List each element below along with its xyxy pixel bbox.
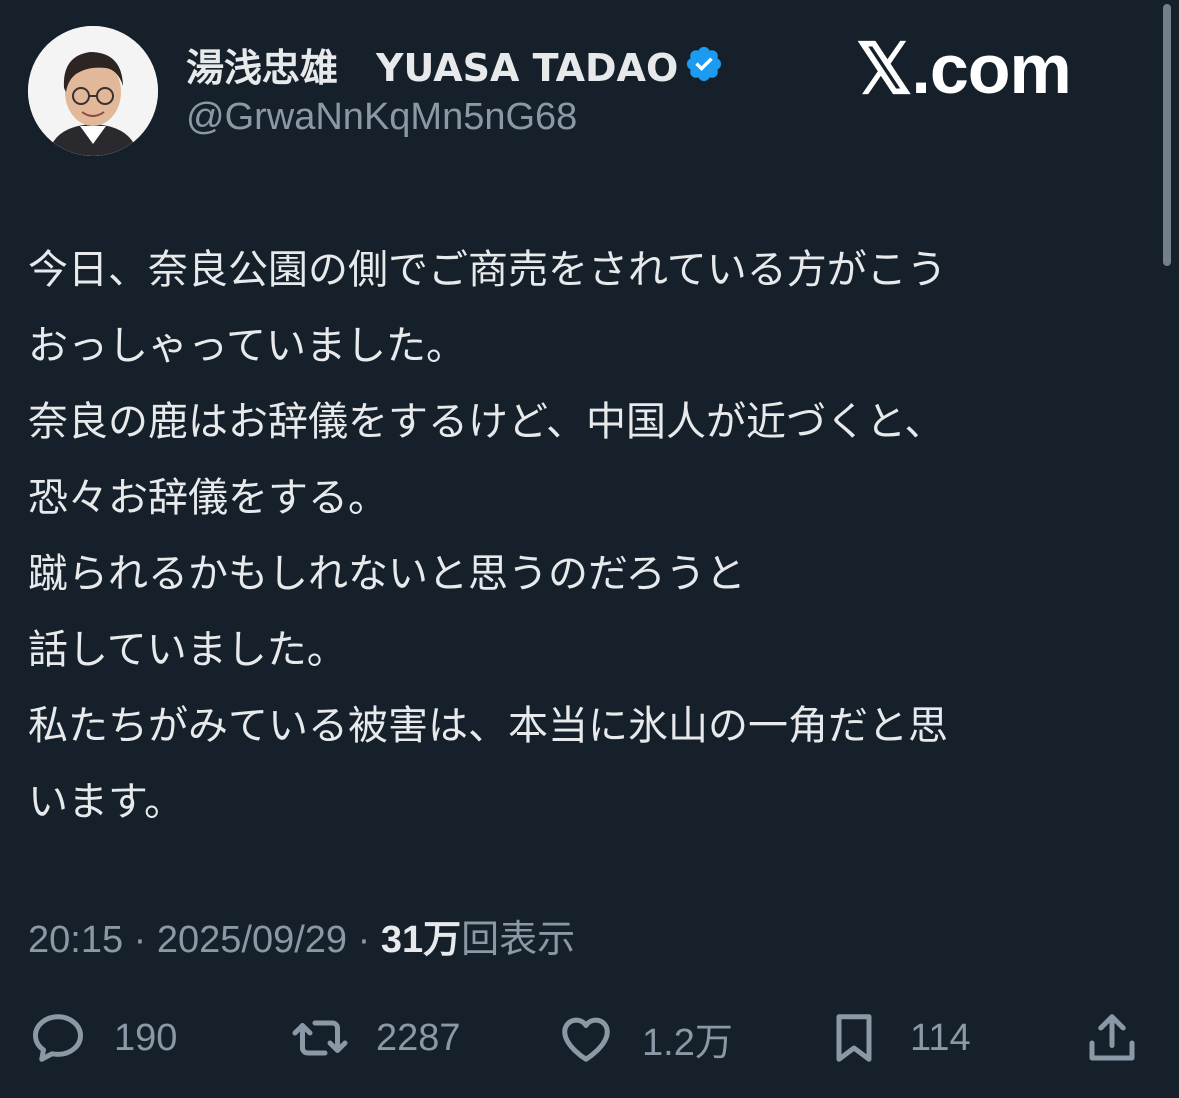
tweet-time[interactable]: 20:15 [28, 919, 123, 961]
share-icon [1089, 1014, 1135, 1061]
scrollbar[interactable] [1163, 4, 1171, 266]
user-handle[interactable]: @GrwaNnKqMn5nG68 [186, 96, 724, 139]
tweet-line: 恐々お辞儀をする。 [28, 475, 388, 521]
reply-button[interactable]: 190 [28, 1006, 177, 1070]
action-bar: 190 2287 1.2万 114 [28, 1006, 1148, 1070]
repost-count: 2287 [376, 1016, 461, 1059]
repost-button[interactable]: 2287 [290, 1006, 461, 1070]
bookmark-count: 114 [910, 1016, 971, 1059]
tweet-header: 湯浅忠雄 YUASA TADAO @GrwaNnKqMn5nG68 [28, 26, 724, 156]
like-button[interactable]: 1.2万 [556, 1006, 733, 1070]
tweet-line: 蹴られるかもしれないと思うのだろうと [28, 551, 746, 597]
display-name[interactable]: 湯浅忠雄 YUASA TADAO [186, 37, 678, 92]
name-row: 湯浅忠雄 YUASA TADAO [186, 38, 724, 90]
meta-separator: · [123, 919, 157, 961]
reply-count: 190 [114, 1016, 178, 1059]
bookmark-button[interactable]: 114 [824, 1006, 971, 1070]
tweet-line: 私たちがみている被害は、本当に氷山の一角だと思 [28, 703, 948, 749]
user-info: 湯浅忠雄 YUASA TADAO @GrwaNnKqMn5nG68 [186, 38, 724, 139]
like-count: 1.2万 [642, 1021, 733, 1064]
tweet-line: 話していました。 [28, 627, 347, 673]
tweet-meta: 20:15 · 2025/09/29 · 31万回表示 [28, 908, 575, 963]
views-count[interactable]: 31万 [381, 919, 461, 961]
tweet-line: 奈良の鹿はお辞儀をするけど、中国人が近づくと、 [28, 399, 945, 445]
x-logo: 𝕏.com [856, 30, 1072, 108]
tweet-date[interactable]: 2025/09/29 [157, 919, 347, 961]
views-label: 回表示 [461, 919, 576, 961]
heart-icon [562, 1017, 610, 1062]
bookmark-icon [836, 1014, 872, 1062]
reply-icon [33, 1014, 83, 1062]
tweet-line: おっしゃっていました。 [28, 323, 466, 369]
tweet-line: 今日、奈良公園の側でご商売をされている方がこう [28, 247, 947, 293]
tweet-body: 今日、奈良公園の側でご商売をされている方がこう おっしゃっていました。 奈良の鹿… [28, 232, 1138, 840]
tweet-line: います。 [28, 779, 184, 825]
meta-separator: · [347, 919, 381, 961]
repost-icon [292, 1020, 348, 1056]
share-button[interactable] [1082, 1006, 1142, 1070]
verified-badge-icon [687, 46, 722, 82]
avatar[interactable] [28, 26, 158, 156]
